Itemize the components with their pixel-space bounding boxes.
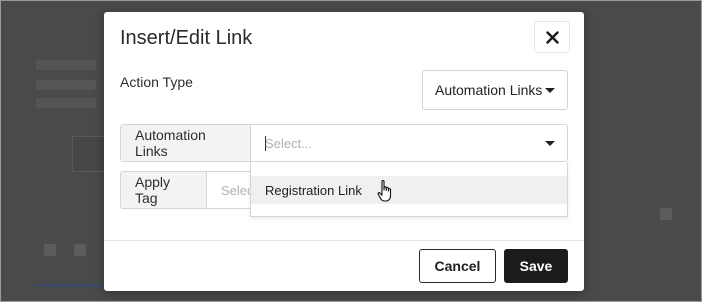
hand-pointer-icon bbox=[377, 180, 392, 202]
apply-tag-field: Apply Tag Selec bbox=[120, 171, 260, 209]
apply-tag-addon-label: Apply Tag bbox=[121, 172, 207, 208]
apply-tag-placeholder: Selec bbox=[221, 182, 254, 198]
caret-down-icon bbox=[545, 141, 555, 146]
action-type-label: Action Type bbox=[120, 74, 193, 90]
automation-links-select[interactable]: Select... bbox=[251, 125, 567, 161]
automation-links-dropdown: Registration Link bbox=[250, 162, 568, 217]
background-text-line bbox=[36, 80, 96, 90]
save-button[interactable]: Save bbox=[504, 249, 568, 283]
text-cursor bbox=[265, 136, 266, 151]
caret-down-icon bbox=[545, 88, 555, 93]
action-type-value: Automation Links bbox=[435, 82, 543, 98]
dialog-title: Insert/Edit Link bbox=[120, 27, 253, 49]
background-text-line bbox=[36, 98, 96, 108]
action-type-select[interactable]: Automation Links bbox=[422, 70, 568, 110]
close-icon bbox=[545, 30, 559, 44]
footer-divider bbox=[104, 240, 584, 241]
background-toolbar-icon bbox=[74, 244, 86, 256]
insert-edit-link-dialog: Insert/Edit Link Action Type Automation … bbox=[104, 12, 584, 291]
automation-links-placeholder: Select... bbox=[265, 135, 312, 151]
background-toolbar-icon bbox=[44, 244, 56, 256]
dropdown-option-registration-link[interactable]: Registration Link bbox=[251, 176, 567, 204]
automation-links-addon-label: Automation Links bbox=[121, 125, 251, 161]
close-button[interactable] bbox=[534, 21, 570, 53]
background-text-line bbox=[36, 60, 96, 70]
automation-links-field: Automation Links Select... bbox=[120, 124, 568, 162]
cancel-button[interactable]: Cancel bbox=[419, 249, 496, 283]
background-pencil-icon bbox=[660, 208, 672, 220]
